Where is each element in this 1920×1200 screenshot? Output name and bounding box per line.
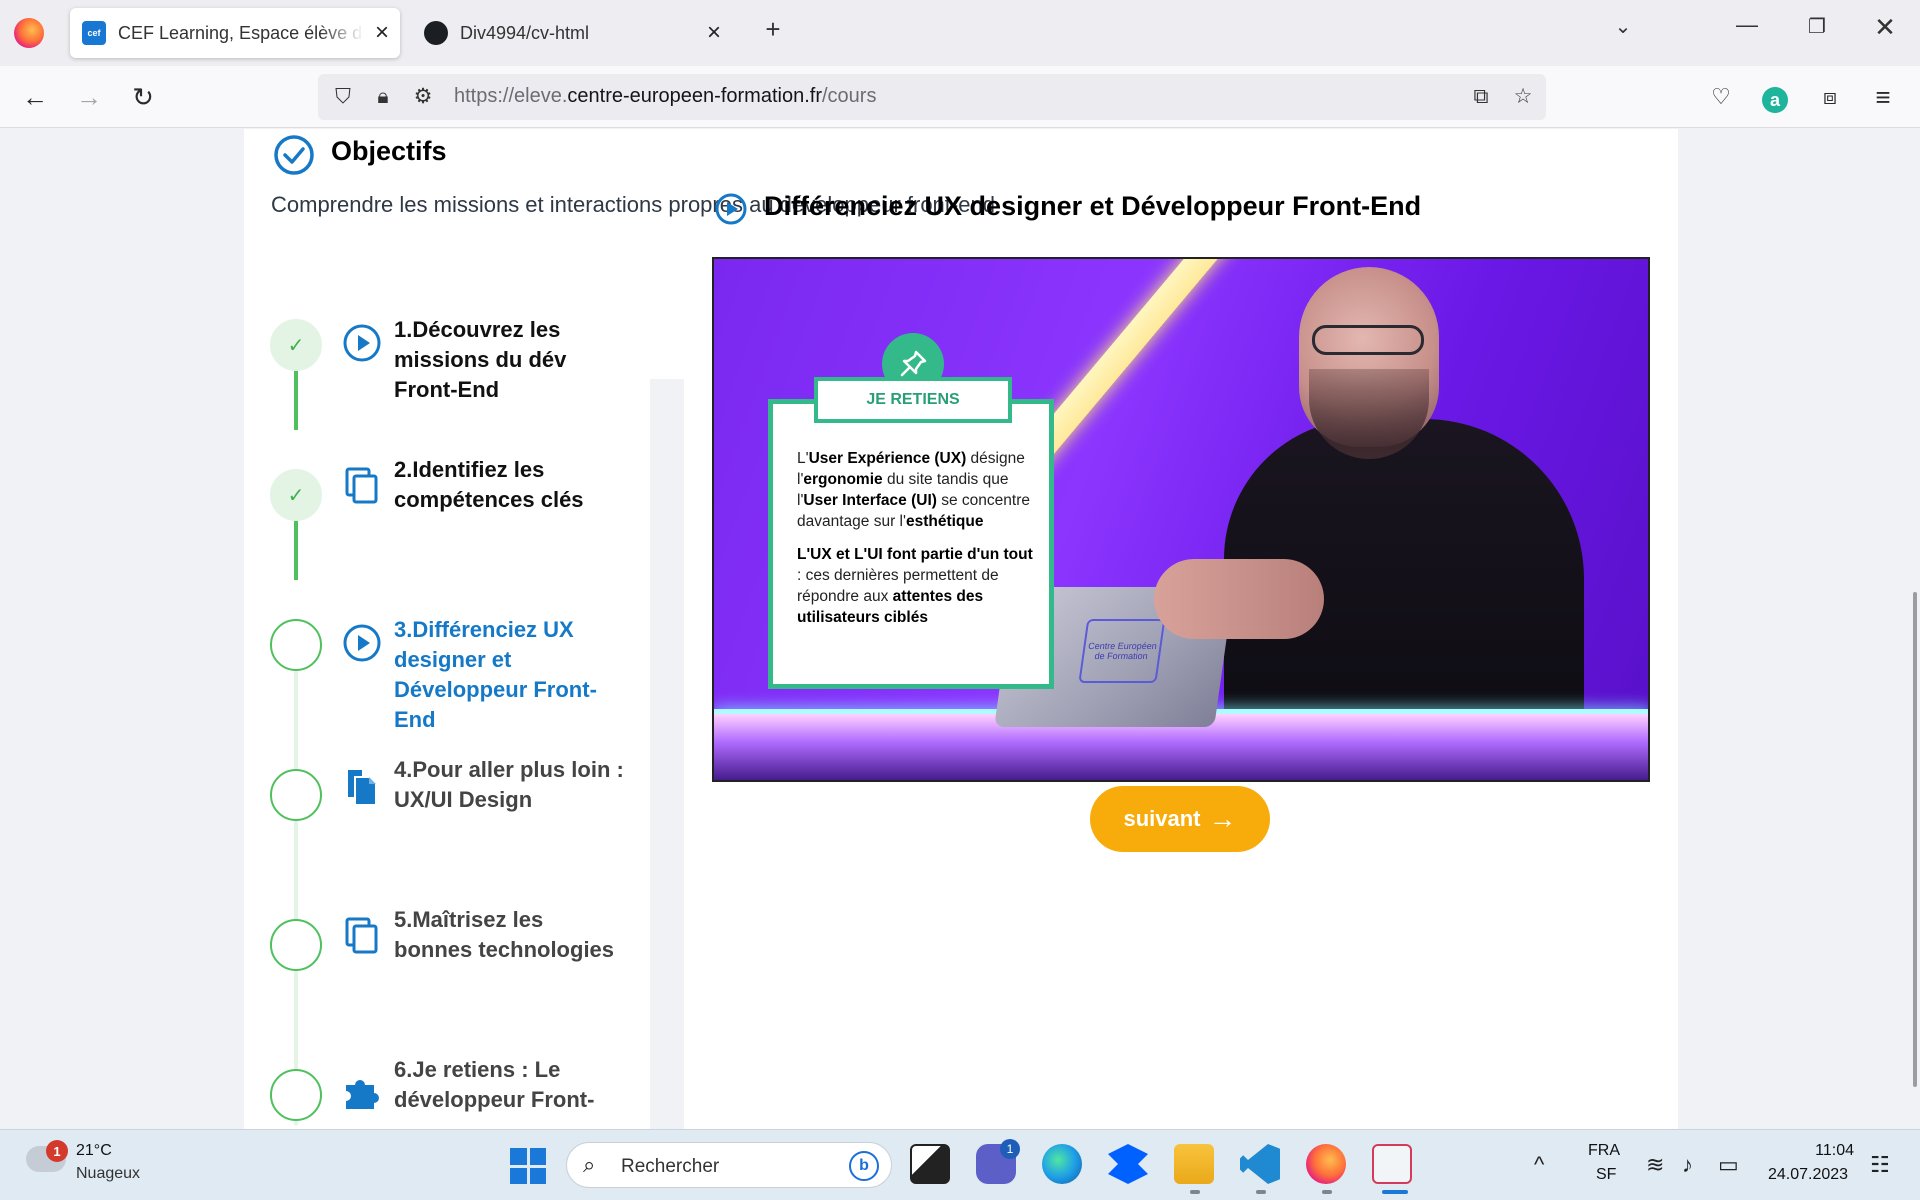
step-status-pending-icon <box>270 769 322 821</box>
weather-temperature[interactable]: 21°C <box>76 1142 112 1160</box>
search-icon: ⌕ <box>583 1152 596 1177</box>
windows-taskbar: 1 21°C Nuageux ⌕ Rechercher b 1 ^ FRA SF… <box>0 1129 1920 1200</box>
page-scrollbar[interactable] <box>1913 592 1917 1087</box>
arrow-right-icon: → <box>1208 803 1237 834</box>
clock-date[interactable]: 24.07.2023 <box>1768 1166 1848 1184</box>
puzzle-icon <box>346 1079 379 1109</box>
snipping-tool-icon[interactable] <box>1372 1144 1412 1184</box>
lock-icon[interactable]: 🔒︎ <box>370 84 396 110</box>
step-label: 3.Différenciez UX designer et Développeu… <box>394 617 597 732</box>
weather-condition[interactable]: Nuageux <box>76 1165 140 1183</box>
search-placeholder: Rechercher <box>621 1156 720 1177</box>
takeaway-paragraph-1: L'User Expérience (UX) désigne l'ergonom… <box>797 450 1030 530</box>
timeline-connector <box>294 645 298 1125</box>
tab-github[interactable]: Div4994/cv-html × <box>412 8 732 58</box>
keyboard-layout[interactable]: SF <box>1596 1166 1616 1184</box>
wifi-icon[interactable]: ≋ <box>1646 1152 1664 1178</box>
tab-title: CEF Learning, Espace élève du Centre <box>118 22 364 43</box>
edge-browser-icon[interactable] <box>1042 1144 1082 1184</box>
next-button[interactable]: suivant → <box>1090 786 1270 852</box>
battery-icon[interactable]: ▭ <box>1718 1152 1739 1178</box>
app-running-indicator <box>1256 1190 1266 1194</box>
lesson-title: Différenciez UX designer et Développeur … <box>764 191 1422 221</box>
reload-button[interactable]: ↻ <box>126 80 160 114</box>
close-tab-icon[interactable]: × <box>696 19 732 47</box>
back-button[interactable]: ← <box>18 80 52 114</box>
restore-window-button[interactable]: ❐ <box>1800 14 1834 39</box>
presenter-glasses-image <box>1312 325 1424 355</box>
step-status-pending-icon <box>270 1069 322 1121</box>
file-icon <box>348 770 377 806</box>
taskbar-search-box[interactable]: ⌕ Rechercher b <box>566 1142 892 1188</box>
new-tab-button[interactable]: + <box>756 14 790 45</box>
play-circle-icon <box>343 624 381 662</box>
hamburger-menu-icon[interactable]: ≡ <box>1866 80 1900 114</box>
step-label: 1.Découvrez les missions du dév Front-En… <box>394 317 567 402</box>
show-hidden-icons-chevron-up-icon[interactable]: ^ <box>1534 1152 1544 1178</box>
shield-icon[interactable]: ⛉ <box>330 84 356 110</box>
tab-bar: cef CEF Learning, Espace élève du Centre… <box>0 0 1920 66</box>
extensions-puzzle-icon[interactable]: ⧈ <box>1813 80 1847 114</box>
clock-time[interactable]: 11:04 <box>1808 1142 1854 1160</box>
github-icon <box>424 21 448 45</box>
notification-badge: 1 <box>46 1140 68 1162</box>
key-takeaway-card: L'User Expérience (UX) désigne l'ergonom… <box>768 399 1054 689</box>
navigation-toolbar: ← → ↻ ⛉ 🔒︎ ⚙ https://eleve.centre-europe… <box>0 66 1920 128</box>
keyboard-language[interactable]: FRA <box>1588 1142 1620 1160</box>
presenter-hands-image <box>1154 559 1324 639</box>
step-label: 6.Je retiens : Le développeur Front- <box>394 1057 595 1112</box>
bookmark-star-icon[interactable]: ☆ <box>1510 84 1536 110</box>
teams-badge: 1 <box>1000 1139 1020 1159</box>
close-window-button[interactable]: ✕ <box>1868 12 1902 43</box>
laptop-logo: Centre Européen de Formation <box>1078 619 1166 683</box>
pocket-icon[interactable]: ♡ <box>1704 80 1738 114</box>
step-status-done-icon: ✓ <box>270 319 322 371</box>
cef-logo-icon: cef <box>82 21 106 45</box>
url-bar[interactable]: ⛉ 🔒︎ ⚙ https://eleve.centre-europeen-for… <box>318 74 1546 120</box>
permissions-icon[interactable]: ⚙ <box>410 84 436 110</box>
takeaway-paragraph-2: L'UX et L'UI font partie d'un tout : ces… <box>797 546 1033 626</box>
dropbox-icon[interactable] <box>1108 1144 1148 1184</box>
step-label: 5.Maîtrisez les bonnes technologies <box>394 907 615 962</box>
vscode-icon[interactable] <box>1240 1144 1280 1184</box>
windows-start-icon[interactable] <box>510 1148 546 1184</box>
app-active-indicator <box>1382 1190 1408 1194</box>
firefox-icon[interactable] <box>1306 1144 1346 1184</box>
tab-title: Div4994/cv-html <box>460 22 590 43</box>
step-status-pending-icon <box>270 919 322 971</box>
copy-icon <box>345 917 378 954</box>
play-circle-icon <box>343 324 381 362</box>
step-label: 4.Pour aller plus loin : UX/UI Design <box>394 757 624 812</box>
key-takeaway-text: L'User Expérience (UX) désigne l'ergonom… <box>797 448 1037 640</box>
steps-timeline: ✓ 1.Découvrez les missions du dév Front-… <box>244 283 650 1129</box>
step-label: 2.Identifiez les compétences clés <box>394 457 584 512</box>
list-tabs-icon[interactable]: ⌄ <box>1606 14 1640 39</box>
next-button-label: suivant <box>1123 806 1201 831</box>
app-running-indicator <box>1322 1190 1332 1194</box>
url-text[interactable]: https://eleve.centre-europeen-formation.… <box>454 85 876 108</box>
step-status-current-icon <box>270 619 322 671</box>
forward-button[interactable]: → <box>72 80 106 114</box>
tab-cef-learning[interactable]: cef CEF Learning, Espace élève du Centre… <box>70 8 400 58</box>
step-status-done-icon: ✓ <box>270 469 322 521</box>
volume-icon[interactable]: ♪ <box>1682 1152 1693 1178</box>
firefox-menu-icon[interactable] <box>14 18 44 48</box>
play-circle-icon <box>715 193 747 225</box>
notifications-icon[interactable]: ☷ <box>1870 1152 1890 1178</box>
copy-icon <box>345 467 378 504</box>
lesson-video-player[interactable]: Centre Européen de Formation L'User Expé… <box>712 257 1650 782</box>
app-running-indicator <box>1190 1190 1200 1194</box>
minimize-window-button[interactable]: — <box>1730 12 1764 38</box>
close-tab-icon[interactable]: × <box>364 19 400 47</box>
objectives-title: Objectifs <box>331 136 447 166</box>
check-circle-icon <box>274 135 314 175</box>
account-avatar-icon[interactable]: a <box>1762 87 1788 113</box>
je-retiens-ribbon: JE RETIENS <box>784 377 1042 423</box>
task-view-icon[interactable] <box>910 1144 950 1184</box>
file-explorer-icon[interactable] <box>1174 1144 1214 1184</box>
picture-in-picture-icon[interactable]: ⧉ <box>1468 84 1494 110</box>
bing-icon[interactable]: b <box>849 1151 879 1181</box>
